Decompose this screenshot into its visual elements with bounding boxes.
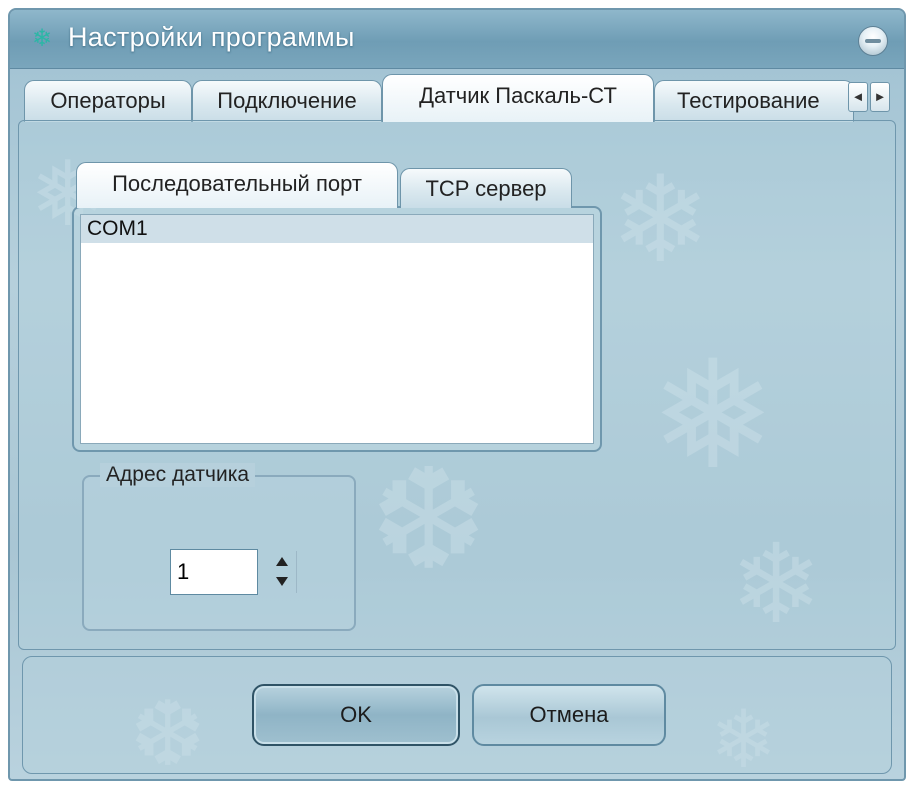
window-title: Настройки программы <box>68 22 355 52</box>
spin-down-icon[interactable] <box>276 577 288 586</box>
tab-scroll-right-button[interactable]: ► <box>870 82 890 112</box>
subtab-label: Последовательный порт <box>112 171 362 196</box>
subtab-serial-port[interactable]: Последовательный порт <box>76 162 398 208</box>
tab-scroll-left-button[interactable]: ◄ <box>848 82 868 112</box>
tab-label: Операторы <box>50 88 166 113</box>
sensor-address-input[interactable]: 1 <box>170 549 258 595</box>
close-button[interactable] <box>858 26 888 56</box>
address-spinner[interactable] <box>270 551 297 593</box>
list-item[interactable]: COM1 <box>81 215 593 243</box>
spin-up-icon[interactable] <box>276 557 288 566</box>
cancel-button[interactable]: Отмена <box>472 684 666 746</box>
spinner-divider <box>296 551 297 593</box>
tab-label: Тестирование <box>677 88 820 113</box>
group-label: Адрес датчика <box>100 463 256 487</box>
app-snowflake-icon: ❄ <box>32 25 53 52</box>
ok-button[interactable]: OK <box>252 684 460 746</box>
sensor-address-group: Адрес датчика 1 <box>82 463 356 631</box>
tab-testing[interactable]: Тестирование <box>654 80 854 122</box>
port-listbox[interactable]: COM1 <box>80 214 594 444</box>
settings-window: ❄ ❅ ❆ ❄ ❅ ❆ ❄ ❄ Настройки программы Опер… <box>8 8 906 781</box>
tab-operators[interactable]: Операторы <box>24 80 192 122</box>
serial-port-panel: COM1 <box>72 206 602 452</box>
tab-label: Датчик Паскаль-СТ <box>419 83 617 108</box>
tab-connection[interactable]: Подключение <box>192 80 382 122</box>
arrow-right-icon: ► <box>873 89 887 104</box>
tab-label: Подключение <box>217 88 357 113</box>
tab-pascal-sensor[interactable]: Датчик Паскаль-СТ <box>382 74 654 122</box>
subtab-tcp-server[interactable]: TCP сервер <box>400 168 572 208</box>
subtab-label: TCP сервер <box>425 176 547 201</box>
title-bar[interactable]: ❄ Настройки программы <box>10 10 904 69</box>
arrow-left-icon: ◄ <box>851 89 865 104</box>
